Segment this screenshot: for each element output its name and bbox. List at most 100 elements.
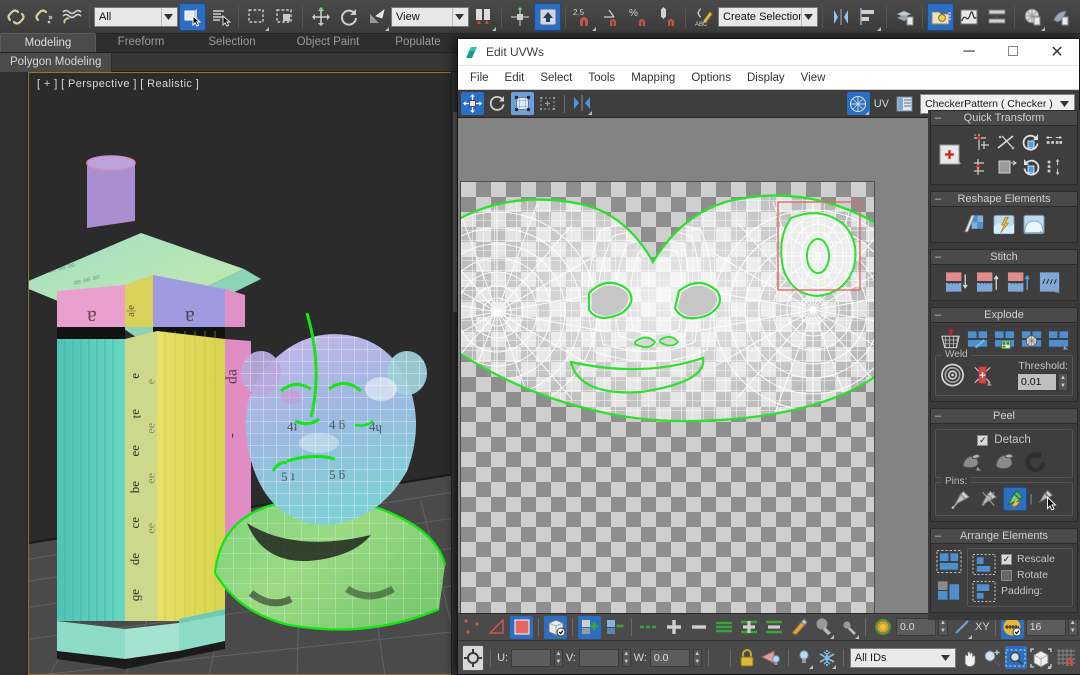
menu-options[interactable]: Options xyxy=(683,66,739,90)
layer-explorer-icon[interactable] xyxy=(891,3,918,31)
curve-editor-icon[interactable] xyxy=(955,3,982,31)
menu-tools[interactable]: Tools xyxy=(580,66,623,90)
render-setup-icon[interactable] xyxy=(1047,3,1074,31)
falloff-axis-label[interactable]: XY xyxy=(975,621,990,633)
loop-uv-icon[interactable] xyxy=(712,616,735,639)
selection-filter-combo[interactable]: All xyxy=(94,7,178,27)
perspective-viewport[interactable]: [ + ] [ Perspective ] [ Realistic ] xyxy=(28,72,460,675)
break-material-id-icon[interactable] xyxy=(992,327,1017,351)
schematic-view-icon[interactable] xyxy=(983,3,1010,31)
paint-brush-large-icon[interactable] xyxy=(812,616,835,639)
quick-peel-icon[interactable] xyxy=(991,449,1017,473)
percent-snap-icon[interactable]: % xyxy=(626,3,653,31)
tab-freeform[interactable]: Freeform xyxy=(96,33,186,52)
paint-brush-small-icon[interactable] xyxy=(837,616,860,639)
move-icon[interactable] xyxy=(461,92,484,115)
u-spinner[interactable]: ▲▼ xyxy=(554,649,563,667)
uv-canvas-area[interactable] xyxy=(458,118,928,652)
u-input[interactable] xyxy=(511,649,551,667)
freeze-icon[interactable] xyxy=(817,646,837,669)
stitch-selected-icon[interactable] xyxy=(944,269,972,295)
show-hidden-edges-icon[interactable] xyxy=(795,646,814,669)
add-pin-icon[interactable] xyxy=(949,487,973,511)
select-by-name-icon[interactable] xyxy=(207,3,234,31)
select-object-icon[interactable] xyxy=(179,3,206,31)
snap-toggle-icon[interactable]: 2.5 xyxy=(570,3,597,31)
use-pivot-point-icon[interactable] xyxy=(470,3,497,31)
collapse-icon[interactable]: – xyxy=(931,529,945,543)
freeform-mode-icon[interactable] xyxy=(536,92,559,115)
stitch-custom-icon[interactable] xyxy=(975,269,1003,295)
viewport-label[interactable]: [ + ] [ Perspective ] [ Realistic ] xyxy=(37,78,199,90)
angle-snap-icon[interactable] xyxy=(598,3,625,31)
menu-display[interactable]: Display xyxy=(739,66,793,90)
rotate-90-cw-icon[interactable] xyxy=(1019,155,1043,179)
pack-recursive-icon[interactable] xyxy=(971,579,997,603)
w-input[interactable]: 0.0 xyxy=(650,649,690,667)
select-scale-icon[interactable] xyxy=(363,3,390,31)
threshold-spinner[interactable]: ▲▼ xyxy=(1058,373,1068,391)
edit-named-selection-icon[interactable]: ABC xyxy=(690,3,717,31)
soft-selection-value[interactable]: 0.0 xyxy=(896,618,936,636)
show-map-list-icon[interactable] xyxy=(893,92,916,115)
w-spinner[interactable]: ▲▼ xyxy=(693,649,702,667)
tab-object-paint[interactable]: Object Paint xyxy=(278,33,378,52)
menu-select[interactable]: Select xyxy=(532,66,580,90)
use-selection-center-icon[interactable] xyxy=(506,3,533,31)
pack-tight-icon[interactable] xyxy=(971,552,997,576)
flip-horizontal-icon[interactable] xyxy=(994,155,1018,179)
detach-checkbox[interactable]: ✓ xyxy=(977,435,988,446)
pivot-icon[interactable] xyxy=(935,133,965,177)
rollout-header-reshape-elements[interactable]: – Reshape Elements xyxy=(931,192,1077,207)
window-crossing-icon[interactable] xyxy=(271,3,298,31)
ring-uv-minus-icon[interactable] xyxy=(687,616,710,639)
target-weld-icon[interactable] xyxy=(940,363,966,389)
mirror-flip-icon[interactable] xyxy=(570,92,593,115)
tab-modeling[interactable]: Modeling xyxy=(0,33,96,52)
quick-peel-icon[interactable] xyxy=(991,211,1017,237)
material-id-combo[interactable]: All IDs xyxy=(850,648,956,668)
face-subobject-icon[interactable] xyxy=(510,616,533,639)
zoom-extents-icon[interactable] xyxy=(1030,646,1052,669)
reset-peel-icon[interactable] xyxy=(1023,449,1049,473)
align-icon[interactable] xyxy=(855,3,882,31)
snap-grid-icon[interactable] xyxy=(1055,646,1077,669)
uv-checker-canvas[interactable] xyxy=(460,181,875,649)
grid-snap-value[interactable]: 16 xyxy=(1026,618,1066,636)
collapse-icon[interactable]: – xyxy=(931,409,945,423)
select-pin-icon[interactable] xyxy=(1035,487,1059,511)
relax-icon[interactable] xyxy=(961,211,987,237)
named-selection-set-combo[interactable]: Create Selection Set xyxy=(718,7,818,27)
rollout-header-explode[interactable]: – Explode xyxy=(931,308,1077,323)
pin-auto-icon[interactable] xyxy=(1003,487,1027,511)
collapse-icon[interactable]: – xyxy=(931,250,945,264)
mirror-icon[interactable] xyxy=(827,3,854,31)
rollout-header-arrange-elements[interactable]: – Arrange Elements xyxy=(931,529,1077,544)
scale-icon[interactable] xyxy=(511,92,534,115)
move-vertical-icon[interactable] xyxy=(969,155,993,179)
element-subobject-icon[interactable] xyxy=(544,616,567,639)
stitch-target-icon[interactable] xyxy=(1006,269,1034,295)
break-icon[interactable] xyxy=(938,327,963,351)
collapse-icon[interactable]: – xyxy=(931,111,945,125)
space-vertical-icon[interactable] xyxy=(1044,155,1064,179)
straighten-icon[interactable] xyxy=(994,130,1018,154)
filter-selected-faces-icon[interactable] xyxy=(760,646,782,669)
soft-selection-icon[interactable] xyxy=(871,616,894,639)
unlink-icon[interactable] xyxy=(30,3,57,31)
rectangular-region-icon[interactable] xyxy=(243,3,270,31)
render-frame-icon[interactable] xyxy=(1075,3,1080,31)
shrink-selection-icon[interactable] xyxy=(603,616,626,639)
absolute-relative-icon[interactable] xyxy=(462,645,484,671)
pan-icon[interactable] xyxy=(959,646,979,669)
rollout-header-quick-transform[interactable]: – Quick Transform xyxy=(931,111,1077,126)
move-horizontal-icon[interactable]: a xyxy=(969,130,993,154)
maximize-button[interactable]: □ xyxy=(991,39,1035,66)
space-horizontal-icon[interactable] xyxy=(1044,130,1064,154)
rotate-90-ccw-icon[interactable] xyxy=(1019,130,1043,154)
ring-uv-plus-icon[interactable] xyxy=(662,616,685,639)
show-map-in-viewport-icon[interactable] xyxy=(847,92,870,115)
zoom-region-icon[interactable] xyxy=(1005,646,1027,669)
pack-custom-icon[interactable] xyxy=(935,577,963,603)
menu-file[interactable]: File xyxy=(462,66,497,90)
